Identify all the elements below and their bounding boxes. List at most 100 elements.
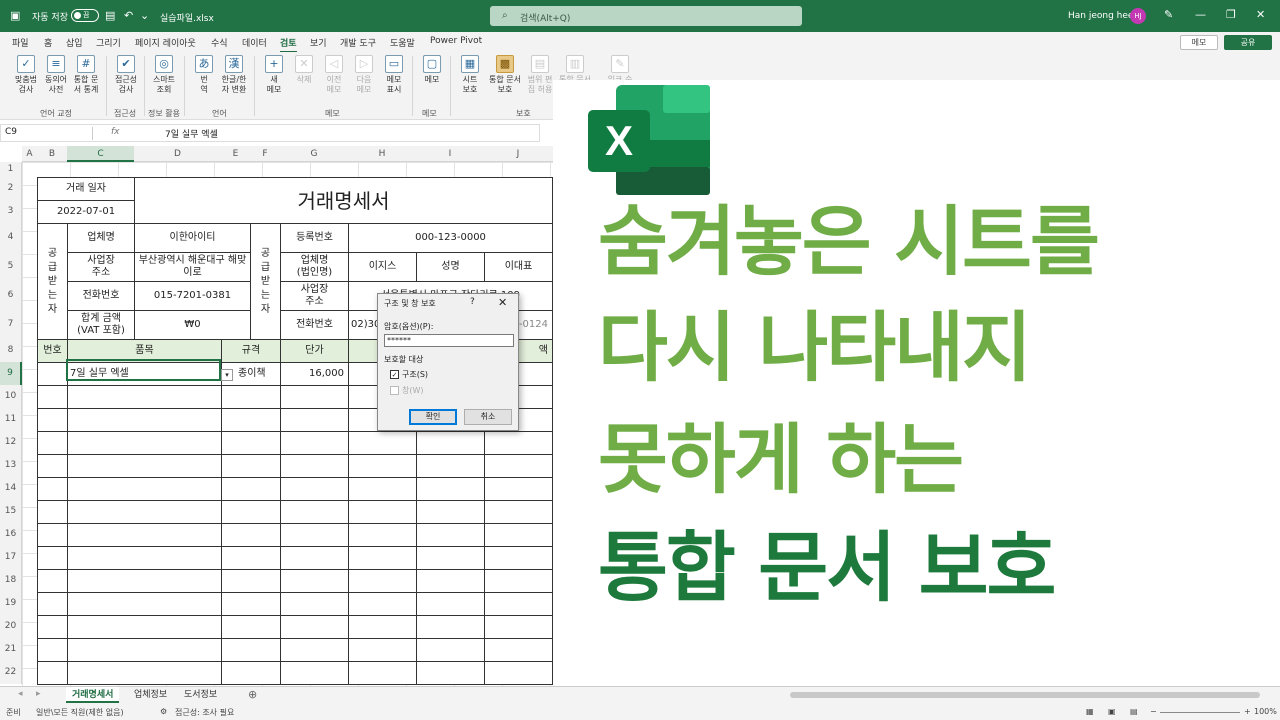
tab-view[interactable]: 보기 (310, 36, 327, 49)
empty-cell[interactable] (484, 661, 553, 685)
tab-formulas[interactable]: 수식 (211, 36, 228, 49)
address-label-cell[interactable]: 사업장 주소 (67, 252, 135, 282)
address-value-cell[interactable]: 부산광역시 해운대구 해맞이로 (134, 252, 251, 282)
empty-cell[interactable] (484, 615, 553, 639)
tab-data[interactable]: 데이터 (242, 36, 267, 49)
phone-value-cell[interactable]: 015-7201-0381 (134, 281, 251, 311)
empty-cell[interactable] (37, 454, 68, 478)
column-header-i[interactable]: I (416, 146, 484, 162)
row-header-10[interactable]: 10 (0, 385, 22, 408)
fx-icon[interactable]: fx (111, 127, 120, 137)
col-price-header[interactable]: 단가 (280, 339, 349, 363)
empty-cell[interactable] (280, 592, 349, 616)
empty-cell[interactable] (67, 638, 222, 662)
row-header-1[interactable]: 1 (0, 162, 22, 177)
total-value-cell[interactable]: ₩0 (134, 310, 251, 340)
tab-help[interactable]: 도움말 (390, 36, 415, 49)
row-header-6[interactable]: 6 (0, 281, 22, 310)
floppy-icon[interactable]: ▤ (105, 9, 115, 22)
empty-cell[interactable] (221, 454, 281, 478)
empty-cell[interactable] (416, 454, 485, 478)
date-label-cell[interactable]: 거래 일자 (37, 177, 135, 201)
tab-home[interactable]: 홈 (44, 36, 52, 49)
row9-price-cell[interactable]: 16,000 (280, 362, 349, 386)
save-icon[interactable]: ▣ (10, 9, 20, 22)
memo-button[interactable]: 메모 (1180, 35, 1218, 50)
hangul-hanja-button[interactable]: 漢 한글/한 자 변환 (220, 55, 248, 95)
search-box[interactable]: ⌕ 검색(Alt+Q) (490, 6, 802, 26)
empty-cell[interactable] (280, 500, 349, 524)
row-header-8[interactable]: 8 (0, 339, 22, 362)
empty-cell[interactable] (67, 454, 222, 478)
zoom-slider[interactable] (1160, 712, 1240, 713)
empty-cell[interactable] (416, 638, 485, 662)
empty-cell[interactable] (484, 569, 553, 593)
empty-cell[interactable] (484, 454, 553, 478)
cancel-button[interactable]: 취소 (464, 409, 512, 425)
empty-cell[interactable] (37, 477, 68, 501)
empty-cell[interactable] (221, 615, 281, 639)
empty-cell[interactable] (348, 661, 417, 685)
tab-file[interactable]: 파일 (12, 36, 29, 49)
row-header-11[interactable]: 11 (0, 408, 22, 431)
empty-cell[interactable] (484, 500, 553, 524)
company2-label-cell[interactable]: 업체명 (법인명) (280, 252, 349, 282)
zoom-level[interactable]: 100% (1254, 707, 1277, 716)
new-comment-button[interactable]: + 새 메모 (260, 55, 288, 95)
empty-cell[interactable] (280, 546, 349, 570)
dialog-close-icon[interactable]: ✕ (498, 296, 507, 309)
undo-icon[interactable]: ↶ (124, 9, 133, 22)
empty-cell[interactable] (348, 615, 417, 639)
empty-cell[interactable] (280, 523, 349, 547)
empty-cell[interactable] (416, 661, 485, 685)
normal-view-icon[interactable]: ▦ (1086, 707, 1094, 716)
window-checkbox[interactable]: 창(W) (390, 385, 424, 396)
minimize-icon[interactable]: — (1195, 8, 1206, 21)
empty-cell[interactable] (67, 523, 222, 547)
row-header-20[interactable]: 20 (0, 615, 22, 638)
row-header-2[interactable]: 2 (0, 177, 22, 200)
row-header-7[interactable]: 7 (0, 310, 22, 339)
phone-label-cell[interactable]: 전화번호 (67, 281, 135, 311)
empty-cell[interactable] (484, 431, 553, 455)
column-header-a[interactable]: A (22, 146, 37, 162)
empty-cell[interactable] (484, 477, 553, 501)
total-label-cell[interactable]: 합계 금액 (VAT 포함) (67, 310, 135, 340)
empty-cell[interactable] (67, 661, 222, 685)
row-header-13[interactable]: 13 (0, 454, 22, 477)
row-header-14[interactable]: 14 (0, 477, 22, 500)
next-sheet-icon[interactable]: ▸ (36, 689, 41, 699)
empty-cell[interactable] (37, 385, 68, 409)
empty-cell[interactable] (416, 523, 485, 547)
empty-cell[interactable] (348, 546, 417, 570)
empty-cell[interactable] (67, 546, 222, 570)
allow-edit-ranges-button[interactable]: ▤ 범위 편 집 허용 (526, 55, 554, 95)
tab-insert[interactable]: 삽입 (66, 36, 83, 49)
dropdown-arrow-icon[interactable]: ▾ (221, 369, 233, 381)
column-header-b[interactable]: B (37, 146, 67, 162)
accessibility-status[interactable]: 접근성: 조사 필요 (175, 707, 234, 718)
sheet-tab-invoice[interactable]: 거래명세서 (66, 687, 120, 703)
empty-cell[interactable] (221, 569, 281, 593)
empty-cell[interactable] (348, 592, 417, 616)
restore-icon[interactable]: ❐ (1226, 8, 1236, 21)
empty-cell[interactable] (348, 477, 417, 501)
row-header-4[interactable]: 4 (0, 223, 22, 252)
thesaurus-button[interactable]: ≡ 동의어 사전 (42, 55, 70, 95)
tab-developer[interactable]: 개발 도구 (340, 36, 376, 49)
empty-cell[interactable] (221, 546, 281, 570)
date-value-cell[interactable]: 2022-07-01 (37, 200, 135, 224)
empty-cell[interactable] (37, 569, 68, 593)
phone2-label-cell[interactable]: 전화번호 (280, 310, 349, 340)
empty-cell[interactable] (221, 477, 281, 501)
empty-cell[interactable] (37, 592, 68, 616)
empty-cell[interactable] (484, 523, 553, 547)
show-comments-button[interactable]: ▭ 메모 표시 (380, 55, 408, 95)
notes-button[interactable]: ▢ 메모 (418, 55, 446, 85)
form-title-cell[interactable]: 거래명세서 (134, 177, 553, 224)
empty-cell[interactable] (221, 431, 281, 455)
column-header-f[interactable]: F (250, 146, 280, 162)
empty-cell[interactable] (67, 569, 222, 593)
supplier-label-cell[interactable]: 공급받는자 (37, 223, 68, 340)
empty-cell[interactable] (280, 569, 349, 593)
